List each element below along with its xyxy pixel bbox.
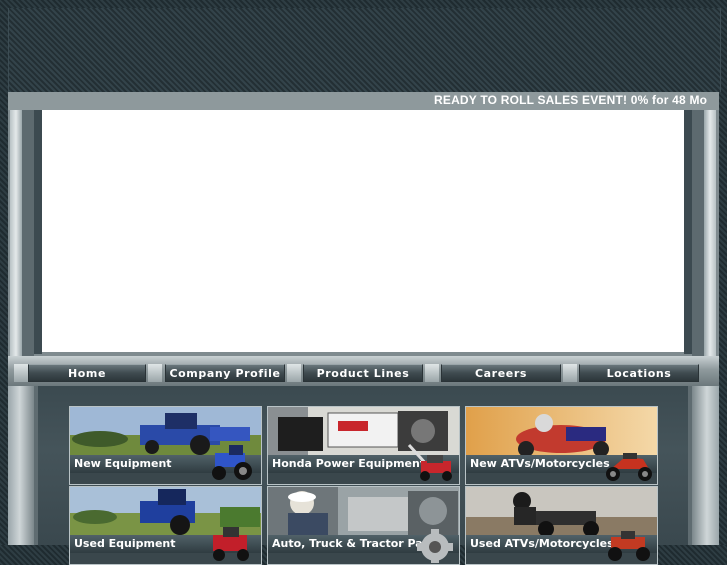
- sales-ticker[interactable]: READY TO ROLL SALES EVENT! 0% for 48 Mo: [8, 92, 719, 110]
- right-rail-inner: [692, 110, 704, 360]
- nav-locations[interactable]: Locations: [579, 364, 699, 382]
- nav-separator: [425, 364, 439, 382]
- banner-area: [42, 110, 684, 352]
- tile-used-equipment[interactable]: Used Equipment: [69, 486, 262, 565]
- nav-separator: [287, 364, 301, 382]
- gear-icon: [405, 523, 457, 563]
- nav-product-lines[interactable]: Product Lines: [303, 364, 423, 382]
- motorcycle-thumb-icon: [603, 443, 655, 483]
- right-rail: [704, 110, 716, 360]
- atv-thumb-icon: [603, 523, 655, 563]
- nav-home[interactable]: Home: [28, 364, 146, 382]
- tractor-thumb-icon: [207, 443, 259, 483]
- nav-separator: [14, 364, 28, 382]
- page-frame: READY TO ROLL SALES EVENT! 0% for 48 Mo …: [0, 0, 727, 565]
- equipment-thumb-icon: [207, 523, 259, 563]
- tile-honda-power-equipment[interactable]: Honda Power Equipment: [267, 406, 460, 485]
- content-side-left: [8, 386, 34, 545]
- mower-thumb-icon: [405, 443, 457, 483]
- tile-used-atvs-motorcycles[interactable]: Used ATVs/Motorcycles: [465, 486, 658, 565]
- header-band: [8, 8, 721, 92]
- left-rail-inner: [22, 110, 34, 360]
- banner-border-left: [34, 110, 42, 354]
- tile-new-equipment[interactable]: New Equipment: [69, 406, 262, 485]
- nav-company-profile[interactable]: Company Profile: [165, 364, 285, 382]
- ticker-text: READY TO ROLL SALES EVENT! 0% for 48 Mo: [434, 93, 708, 107]
- banner-border-right: [684, 110, 692, 354]
- nav-separator: [148, 364, 162, 382]
- nav-careers[interactable]: Careers: [441, 364, 561, 382]
- left-rail: [10, 110, 22, 360]
- content-side-right: [692, 386, 719, 545]
- tile-new-atvs-motorcycles[interactable]: New ATVs/Motorcycles: [465, 406, 658, 485]
- nav-separator: [563, 364, 577, 382]
- tile-auto-truck-tractor-parts[interactable]: Auto, Truck & Tractor Parts: [267, 486, 460, 565]
